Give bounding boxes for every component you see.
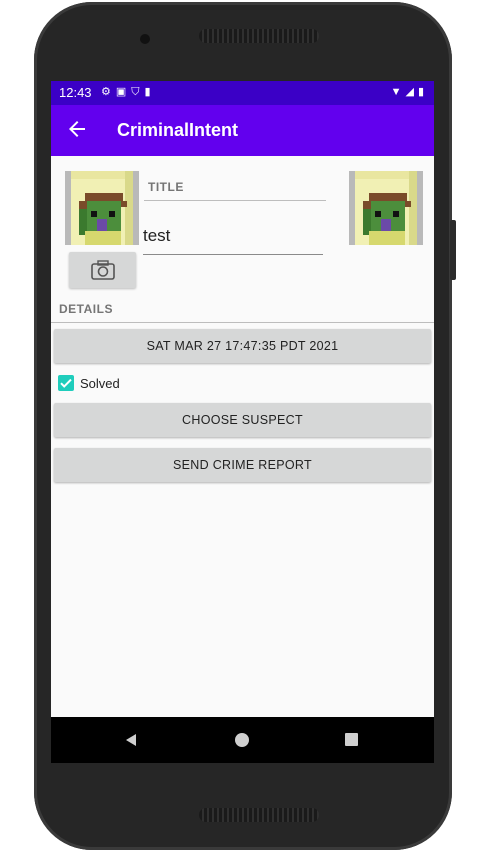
app-bar: CriminalIntent bbox=[51, 105, 434, 156]
title-label-divider bbox=[144, 200, 326, 201]
status-time: 12:43 bbox=[59, 85, 92, 100]
nav-back-icon[interactable] bbox=[124, 733, 138, 747]
a-icon: ▣ bbox=[115, 86, 132, 98]
status-bar: 12:43 ⚙▣⛉▮ ▼◢▮ bbox=[51, 81, 434, 105]
send-crime-report-button[interactable]: SEND CRIME REPORT bbox=[54, 448, 431, 482]
navigation-bar bbox=[51, 717, 434, 763]
arrow-left-icon[interactable] bbox=[65, 117, 89, 141]
battery-icon: ▮ bbox=[417, 86, 428, 98]
date-button[interactable]: SAT MAR 27 17:47:35 PDT 2021 bbox=[54, 329, 431, 363]
zombie-photo-icon bbox=[349, 171, 423, 245]
screen: 12:43 ⚙▣⛉▮ ▼◢▮ CriminalIntent TITLE test… bbox=[51, 81, 434, 763]
crime-title-field[interactable] bbox=[143, 218, 323, 254]
shield-icon: ⛉ bbox=[131, 86, 145, 98]
zombie-photo-icon bbox=[65, 171, 139, 245]
sd-card-icon: ▮ bbox=[144, 86, 156, 98]
crime-photo-preview[interactable] bbox=[349, 171, 423, 245]
app-title: CriminalIntent bbox=[117, 120, 239, 140]
camera-icon bbox=[91, 260, 115, 280]
nav-home-icon[interactable] bbox=[235, 733, 249, 747]
wifi-icon: ▼ bbox=[390, 86, 406, 98]
top-speaker bbox=[199, 29, 319, 43]
title-field-underline bbox=[143, 254, 323, 255]
choose-suspect-button[interactable]: CHOOSE SUSPECT bbox=[54, 403, 431, 437]
check-icon bbox=[60, 378, 72, 388]
title-label: TITLE bbox=[148, 180, 184, 194]
camera-button[interactable] bbox=[69, 252, 136, 288]
gear-icon: ⚙ bbox=[101, 86, 116, 98]
status-left-icons: ⚙▣⛉▮ bbox=[101, 85, 156, 99]
crime-photo-thumbnail[interactable] bbox=[65, 171, 139, 245]
solved-label[interactable]: Solved bbox=[80, 376, 120, 391]
nav-recents-icon[interactable] bbox=[345, 733, 358, 746]
solved-checkbox[interactable] bbox=[58, 375, 74, 391]
status-right-icons: ▼◢▮ bbox=[391, 85, 428, 98]
details-label: DETAILS bbox=[59, 302, 113, 316]
bottom-speaker bbox=[199, 808, 319, 822]
crime-detail: TITLE DETAILS SAT MAR 27 17: bbox=[51, 156, 434, 717]
details-divider bbox=[51, 322, 434, 323]
front-camera-icon bbox=[140, 34, 150, 44]
power-button bbox=[450, 220, 456, 280]
signal-icon: ◢ bbox=[405, 86, 418, 98]
